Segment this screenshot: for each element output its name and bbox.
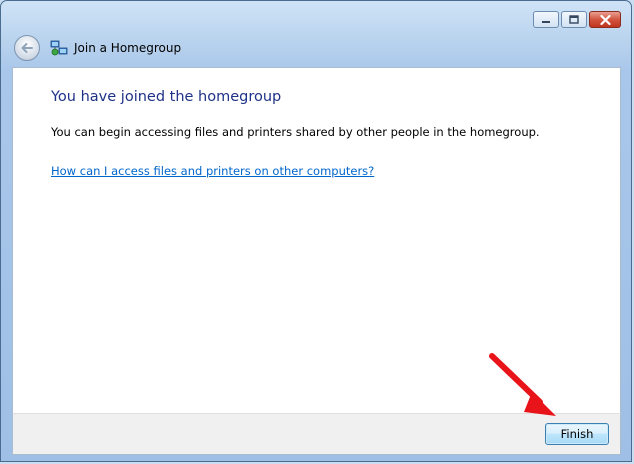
window-title: Join a Homegroup [74,41,182,55]
back-button[interactable] [14,35,40,61]
description-text: You can begin accessing files and printe… [51,125,540,139]
navigation-row: Join a Homegroup [14,35,181,61]
close-icon [599,14,611,25]
back-arrow-icon [21,43,33,53]
help-link[interactable]: How can I access files and printers on o… [51,164,374,178]
close-button[interactable] [589,11,621,28]
footer-bar: Finish [12,413,621,455]
minimize-button[interactable] [533,11,559,28]
content-panel: You have joined the homegroup You can be… [12,67,621,413]
finish-button[interactable]: Finish [545,423,609,445]
homegroup-icon [50,40,68,56]
homegroup-window: Join a Homegroup You have joined the hom… [0,0,632,462]
maximize-icon [569,15,579,24]
maximize-button[interactable] [561,11,587,28]
minimize-icon [542,20,550,23]
page-heading: You have joined the homegroup [51,89,282,105]
caption-buttons [533,11,621,28]
